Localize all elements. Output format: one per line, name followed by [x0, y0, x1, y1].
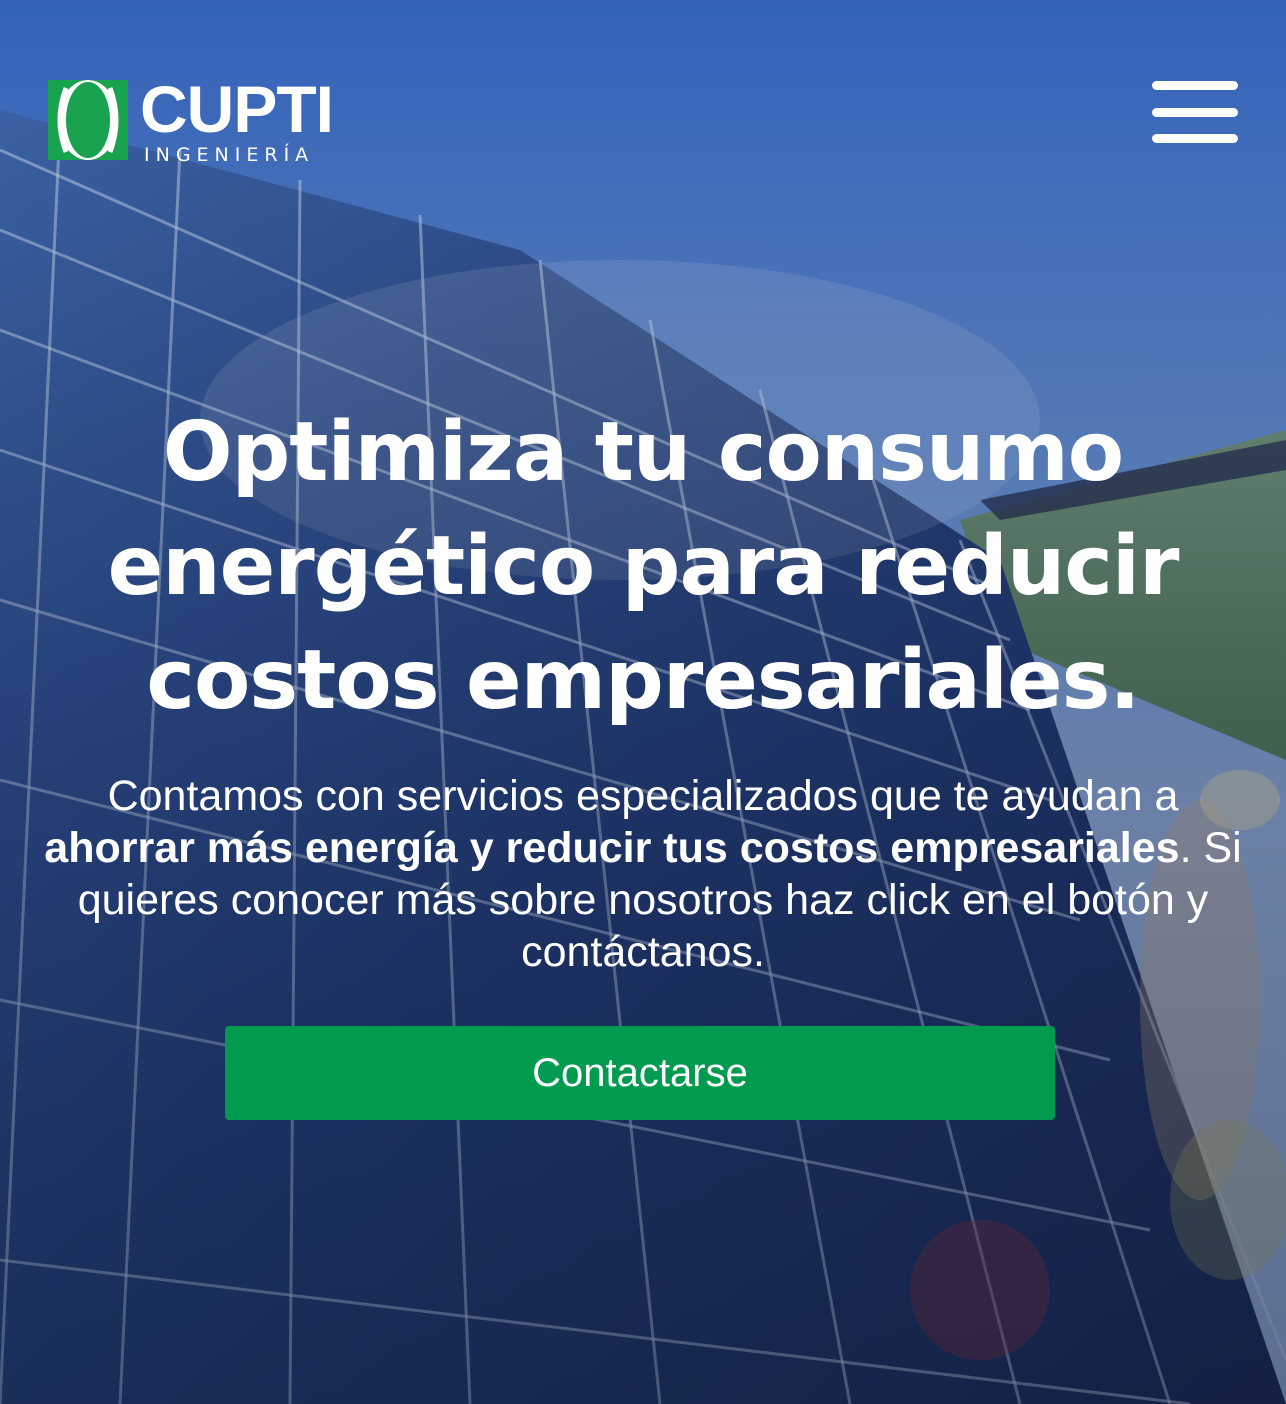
- hero-description-part1: Contamos con servicios especializados qu…: [107, 772, 1179, 820]
- menu-bar-middle: [1152, 107, 1238, 117]
- hero-description: Contamos con servicios especializados qu…: [40, 770, 1246, 978]
- brand-name: CUPTI: [140, 71, 334, 146]
- hero-description-highlight: ahorrar más energía y reducir tus costos…: [44, 824, 1180, 872]
- hamburger-menu-icon[interactable]: [1152, 81, 1238, 143]
- brand-logo[interactable]: CUPTI INGENIERÍA: [48, 71, 334, 166]
- contact-button[interactable]: Contactarse: [225, 1026, 1055, 1120]
- brand-text: CUPTI INGENIERÍA: [140, 71, 334, 166]
- menu-bar-bottom: [1152, 134, 1238, 143]
- hero-section: CUPTI INGENIERÍA Optimiza tu consumo ene…: [0, 0, 1286, 1404]
- leaf-logo-icon: [48, 80, 128, 160]
- hero-headline: Optimiza tu consumo energético para redu…: [107, 405, 1180, 728]
- site-header: CUPTI INGENIERÍA: [48, 71, 1238, 166]
- brand-subtitle: INGENIERÍA: [144, 143, 315, 166]
- menu-bar-top: [1152, 81, 1238, 90]
